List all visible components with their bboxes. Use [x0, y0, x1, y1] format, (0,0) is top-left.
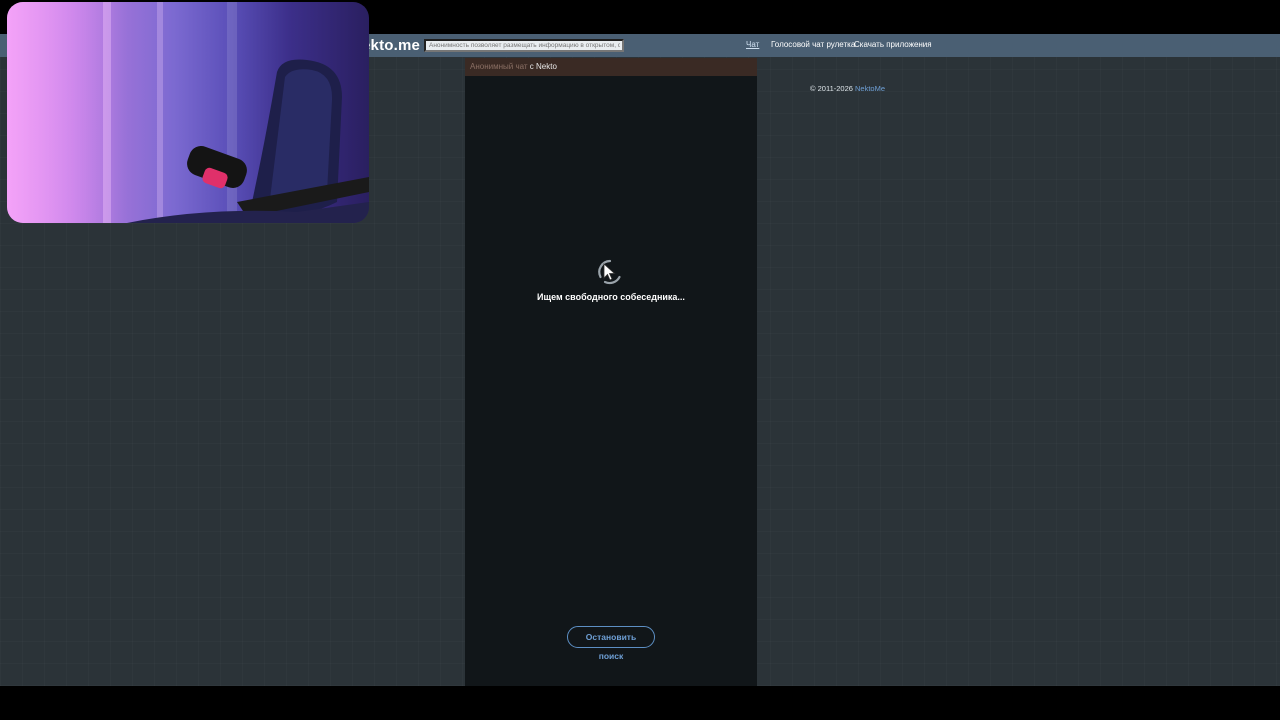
nav-link-download-apps[interactable]: Скачать приложения — [854, 40, 932, 49]
webcam-overlay — [7, 2, 369, 223]
chat-header-prefix[interactable]: Анонимный чат — [470, 62, 528, 71]
nav-link-voice-roulette[interactable]: Голосовой чат рулетка — [771, 40, 855, 49]
chat-header-suffix: с Nekto — [529, 62, 557, 71]
stop-search-button[interactable]: Остановить поиск — [567, 626, 655, 661]
nav-link-chat[interactable]: Чат — [746, 40, 759, 49]
copyright-years: © 2011-2026 — [810, 84, 853, 93]
search-status-text: Ищем свободного собеседника... — [537, 292, 685, 302]
chat-panel: Анонимный чат с Nekto Ищем свободного со… — [465, 58, 757, 686]
copyright-text: © 2011-2026 NektoMe — [810, 84, 885, 93]
brand-link[interactable]: NektoMe — [855, 84, 885, 93]
spinner-icon — [598, 259, 621, 285]
cursor-icon — [603, 263, 616, 281]
webcam-scene — [103, 2, 369, 223]
chat-header: Анонимный чат с Nekto — [465, 58, 757, 76]
site-logo[interactable]: ekto.me — [362, 37, 420, 54]
anonymity-notice-field[interactable] — [424, 39, 624, 52]
